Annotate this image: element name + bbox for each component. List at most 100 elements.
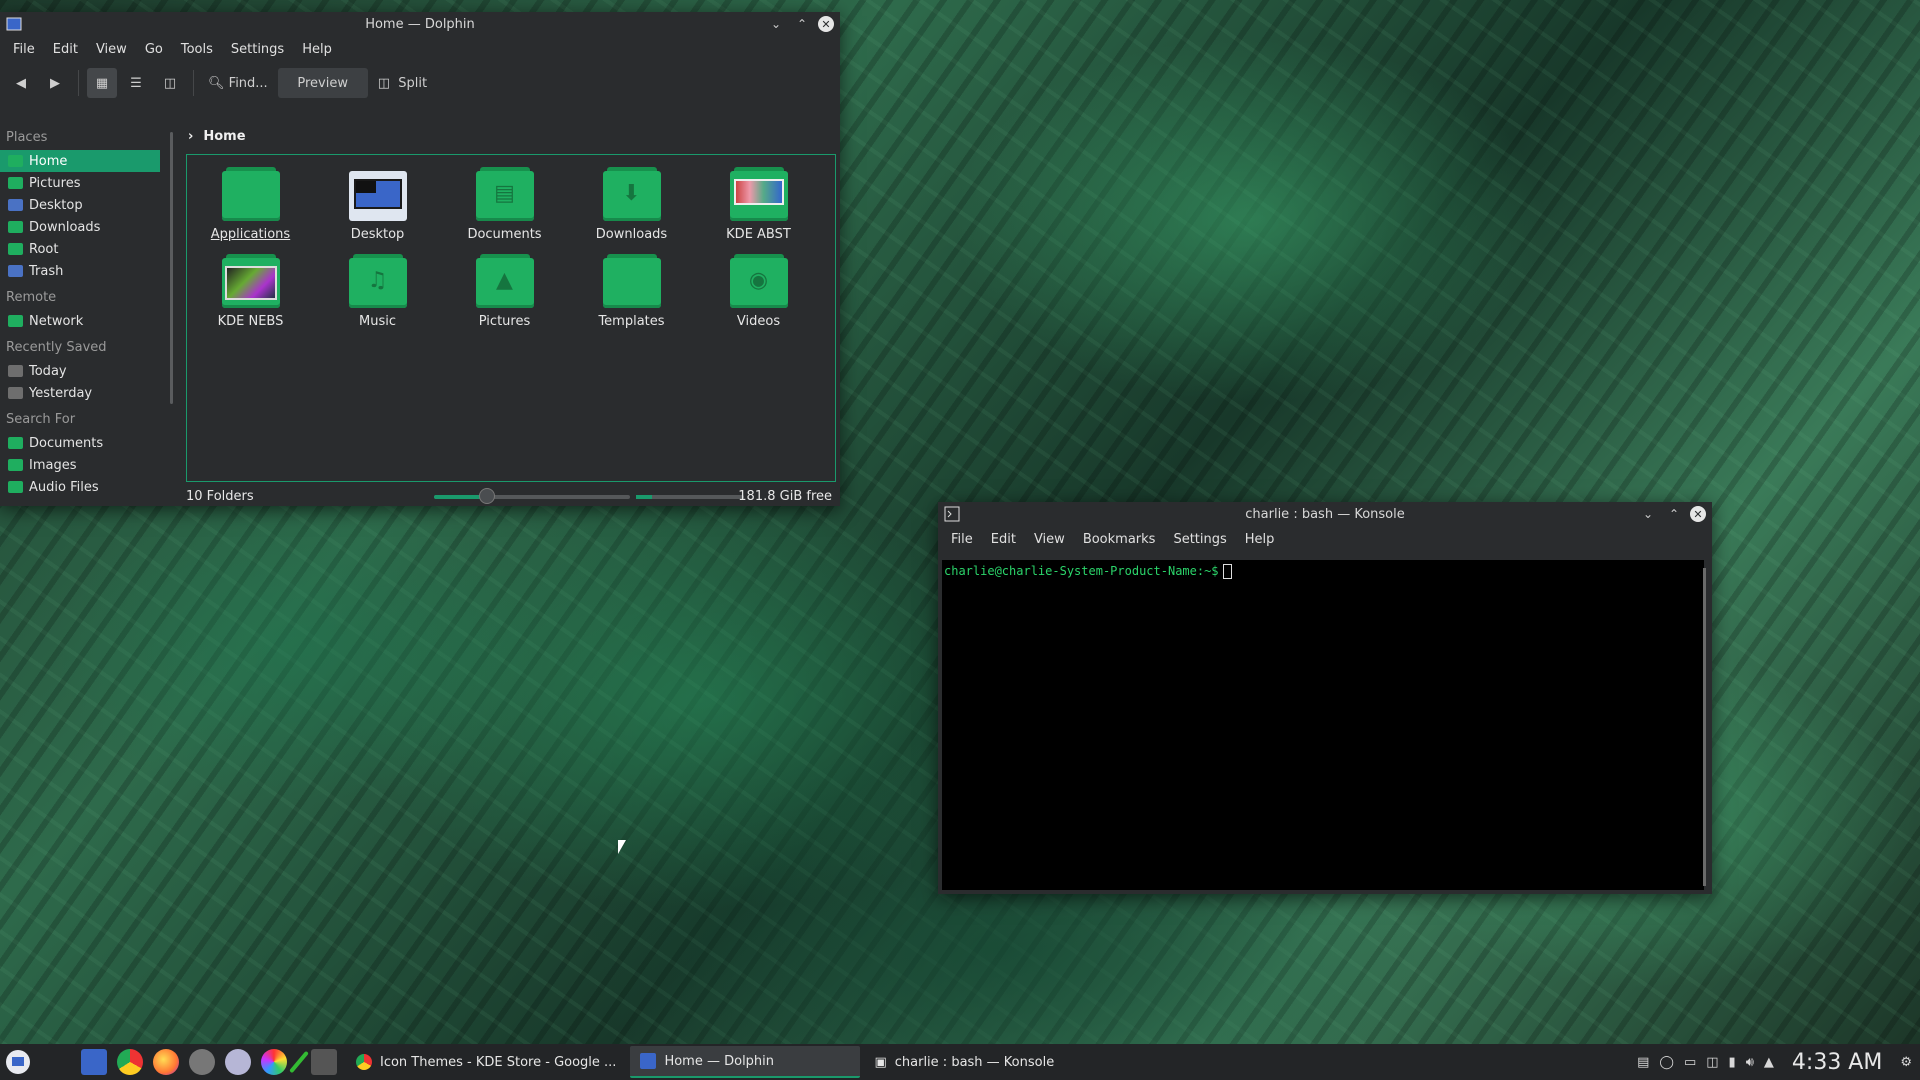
remote-heading: Remote [6, 290, 57, 305]
sidebar-item-search-images[interactable]: Images [0, 454, 160, 476]
firefox-icon[interactable] [153, 1049, 179, 1075]
file-name: Applications [210, 227, 291, 242]
menu-settings[interactable]: Settings [1164, 532, 1235, 547]
sidebar-item-label: Root [29, 241, 59, 257]
menu-help[interactable]: Help [293, 42, 341, 57]
window-title: Home — Dolphin [365, 16, 475, 32]
chrome-icon[interactable] [117, 1049, 143, 1075]
dolphin-launcher-icon[interactable] [81, 1049, 107, 1075]
file-item[interactable]: Templates [568, 252, 695, 329]
close-icon[interactable]: ✕ [818, 16, 834, 32]
downloads-folder-icon [8, 221, 23, 233]
pen-icon[interactable] [289, 1050, 309, 1074]
gear-icon[interactable]: ⚙︎ [1900, 1055, 1912, 1070]
sidebar-item-downloads[interactable]: Downloads [0, 216, 160, 238]
image-folder-icon [729, 165, 788, 221]
forward-icon[interactable]: ▶ [40, 68, 70, 98]
battery-icon[interactable]: ▮ [1729, 1055, 1736, 1070]
split-button[interactable]: ◫ Split [372, 68, 433, 98]
clock[interactable]: 4:33 AM [1792, 1050, 1882, 1075]
maximize-icon[interactable]: ⌃ [1664, 504, 1684, 524]
system-settings-icon[interactable] [311, 1049, 337, 1075]
file-item[interactable]: Applications [187, 165, 314, 242]
sidebar-item-search-audio[interactable]: Audio Files [0, 476, 160, 498]
dolphin-titlebar[interactable]: Home — Dolphin ⌄ ⌃ ✕ [0, 12, 840, 36]
task-dolphin[interactable]: Home — Dolphin [630, 1046, 861, 1078]
updates-icon[interactable]: ◯ [1659, 1055, 1674, 1070]
sidebar-item-trash[interactable]: Trash [0, 260, 160, 282]
minimize-icon[interactable]: ⌄ [766, 14, 786, 34]
gimp-icon[interactable] [189, 1049, 215, 1075]
menu-view[interactable]: View [87, 42, 136, 57]
menu-bookmarks[interactable]: Bookmarks [1074, 532, 1165, 547]
applications-folder-icon [221, 165, 280, 221]
sidebar-item-label: Downloads [29, 219, 101, 235]
device-notifier-icon[interactable]: ◫ [1706, 1055, 1718, 1070]
separator [193, 70, 194, 96]
close-icon[interactable]: ✕ [1690, 506, 1706, 522]
file-item[interactable]: KDE NEBS [187, 252, 314, 329]
konsole-titlebar[interactable]: charlie : bash — Konsole ⌄ ⌃ ✕ [938, 502, 1712, 526]
task-label: Icon Themes - KDE Store - Google ... [380, 1054, 617, 1070]
menu-view[interactable]: View [1025, 532, 1074, 547]
sidebar-item-search-documents[interactable]: Documents [0, 432, 160, 454]
compact-view-icon[interactable]: ◫ [155, 68, 185, 98]
terminal-icon [944, 506, 960, 522]
task-konsole[interactable]: ▣ charlie : bash — Konsole [864, 1046, 1114, 1078]
notes-icon[interactable]: ▤ [1637, 1055, 1649, 1070]
file-item[interactable]: KDE ABST [695, 165, 822, 242]
terminal-scrollbar[interactable] [1703, 568, 1706, 886]
menu-tools[interactable]: Tools [172, 42, 222, 57]
menu-help[interactable]: Help [1236, 532, 1284, 547]
file-item[interactable]: ⬇︎ Downloads [568, 165, 695, 242]
task-chrome[interactable]: Icon Themes - KDE Store - Google ... [346, 1046, 626, 1078]
preview-button[interactable]: Preview [277, 68, 368, 98]
details-view-icon[interactable]: ☰ [121, 68, 151, 98]
sidebar-item-network[interactable]: Network [0, 310, 160, 332]
sidebar-item-home[interactable]: Home [0, 150, 160, 172]
free-space: 181.8 GiB free [738, 488, 832, 504]
sidebar-item-yesterday[interactable]: Yesterday [0, 382, 160, 404]
file-item[interactable]: ◉ Videos [695, 252, 822, 329]
icons-view-icon[interactable]: ▦ [87, 68, 117, 98]
display-icon[interactable]: ▭ [1684, 1055, 1696, 1070]
menu-file[interactable]: File [4, 42, 44, 57]
volume-icon[interactable]: 🔊︎ [1746, 1055, 1754, 1070]
sidebar-item-pictures[interactable]: Pictures [0, 172, 160, 194]
minimize-icon[interactable]: ⌄ [1638, 504, 1658, 524]
find-button[interactable]: 🔍︎ Find... [202, 68, 274, 98]
color-picker-icon[interactable] [261, 1049, 287, 1075]
file-item[interactable]: Desktop [314, 165, 441, 242]
sidebar-scrollbar[interactable] [170, 132, 173, 404]
sidebar-item-desktop[interactable]: Desktop [0, 194, 160, 216]
file-item[interactable]: ▤ Documents [441, 165, 568, 242]
file-item[interactable]: ♫ Music [314, 252, 441, 329]
file-name: Templates [598, 314, 665, 329]
menu-go[interactable]: Go [136, 42, 172, 57]
zoom-slider[interactable] [434, 488, 630, 504]
menu-edit[interactable]: Edit [982, 532, 1025, 547]
zoom-slider-handle[interactable] [478, 488, 495, 504]
krita-icon[interactable] [225, 1049, 251, 1075]
menu-settings[interactable]: Settings [222, 42, 293, 57]
dolphin-icon [640, 1053, 657, 1069]
file-name: Downloads [595, 227, 668, 242]
chrome-icon [356, 1054, 372, 1070]
toolbar: ◀ ▶ ▦ ☰ ◫ 🔍︎ Find... Preview ◫ Split [0, 62, 840, 104]
sidebar-item-today[interactable]: Today [0, 360, 160, 382]
maximize-icon[interactable]: ⌃ [792, 14, 812, 34]
expand-tray-icon[interactable]: ▲ [1764, 1055, 1774, 1070]
sidebar-item-label: Pictures [29, 175, 81, 191]
file-view[interactable]: Applications Desktop ▤ Documents ⬇︎ Downlo… [186, 154, 836, 482]
breadcrumb[interactable]: › Home [188, 124, 246, 148]
breadcrumb-home[interactable]: Home [203, 129, 245, 144]
split-label: Split [398, 75, 428, 91]
terminal-area[interactable]: charlie@charlie-System-Product-Name:~$ [942, 560, 1704, 890]
menu-edit[interactable]: Edit [44, 42, 87, 57]
window-title: charlie : bash — Konsole [1245, 506, 1405, 522]
sidebar-item-root[interactable]: Root [0, 238, 160, 260]
back-icon[interactable]: ◀ [6, 68, 36, 98]
application-launcher-icon[interactable] [4, 1048, 32, 1076]
menu-file[interactable]: File [942, 532, 982, 547]
file-item[interactable]: ▲ Pictures [441, 252, 568, 329]
